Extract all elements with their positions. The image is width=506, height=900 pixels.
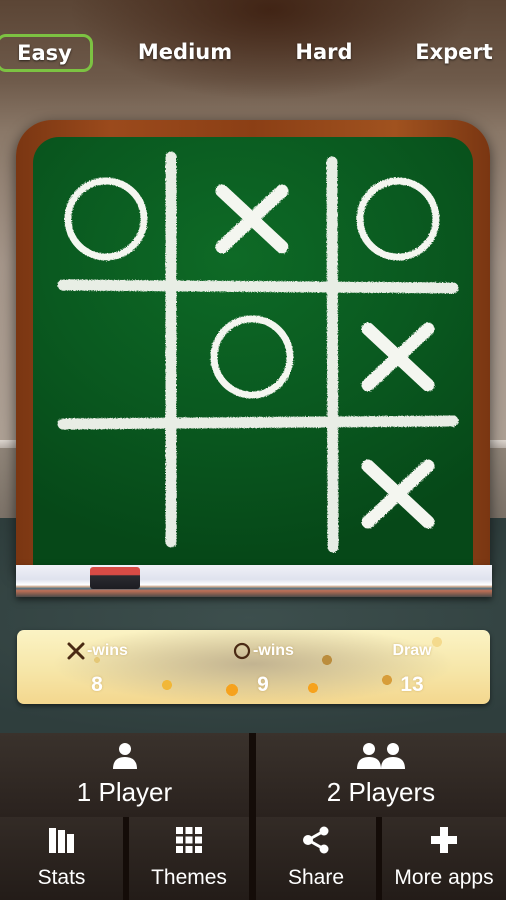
board-cell-r1c3[interactable] [333, 137, 473, 287]
one-player-button[interactable]: 1 Player [0, 733, 249, 817]
one-player-label: 1 Player [76, 777, 173, 807]
o-wins-label: -wins [253, 642, 294, 659]
board-cell-r2c1[interactable] [33, 287, 171, 423]
two-persons-icon [357, 743, 405, 769]
score-draw: Draw 13 [342, 640, 482, 697]
board-cell-r2c2[interactable] [171, 287, 333, 423]
board-cell-r3c3[interactable] [333, 423, 473, 570]
x-wins-label: -wins [87, 642, 128, 659]
board-grid [33, 137, 473, 570]
eraser [90, 567, 140, 589]
share-label: Share [287, 866, 345, 889]
score-o-wins: -wins 9 [193, 640, 333, 697]
board-cells [33, 137, 473, 570]
draw-value: 13 [400, 673, 424, 696]
o-wins-value: 9 [257, 673, 269, 696]
themes-button[interactable]: Themes [129, 817, 249, 900]
x-icon [67, 642, 85, 660]
x-wins-value: 8 [91, 673, 103, 696]
two-players-button[interactable]: 2 Players [256, 733, 506, 817]
score-x-wins: -wins 8 [27, 640, 167, 697]
game-board [33, 137, 473, 570]
plus-icon [431, 827, 457, 853]
bottom-menu: 1 Player 2 Players Stats Themes Share Mo… [0, 733, 506, 900]
tab-medium[interactable]: Medium [126, 34, 244, 72]
more-apps-button[interactable]: More apps [382, 817, 506, 900]
draw-label: Draw [392, 642, 432, 659]
board-cell-r1c2[interactable] [171, 137, 333, 287]
tab-hard[interactable]: Hard [280, 34, 368, 72]
themes-label: Themes [151, 866, 227, 889]
stats-button[interactable]: Stats [0, 817, 123, 900]
o-icon [233, 642, 251, 660]
difficulty-tabs: Easy Medium Hard Expert [0, 34, 506, 72]
tab-easy[interactable]: Easy [0, 34, 93, 72]
board-cell-r2c3[interactable] [333, 287, 473, 423]
board-cell-r1c1[interactable] [33, 137, 171, 287]
two-players-label: 2 Players [326, 777, 436, 807]
board-cell-r3c2[interactable] [171, 423, 333, 570]
chalkboard-frame [16, 120, 490, 570]
chalk-tray [16, 565, 492, 597]
board-cell-r3c1[interactable] [33, 423, 171, 570]
person-icon [112, 743, 137, 769]
grid-icon [176, 827, 202, 853]
share-icon [303, 826, 329, 854]
bar-chart-icon [48, 828, 74, 853]
tab-expert[interactable]: Expert [404, 34, 504, 72]
more-apps-label: More apps [394, 866, 494, 889]
score-bar: -wins 8 -wins 9 Draw 13 [17, 630, 490, 704]
stats-label: Stats [37, 866, 86, 889]
share-button[interactable]: Share [256, 817, 376, 900]
